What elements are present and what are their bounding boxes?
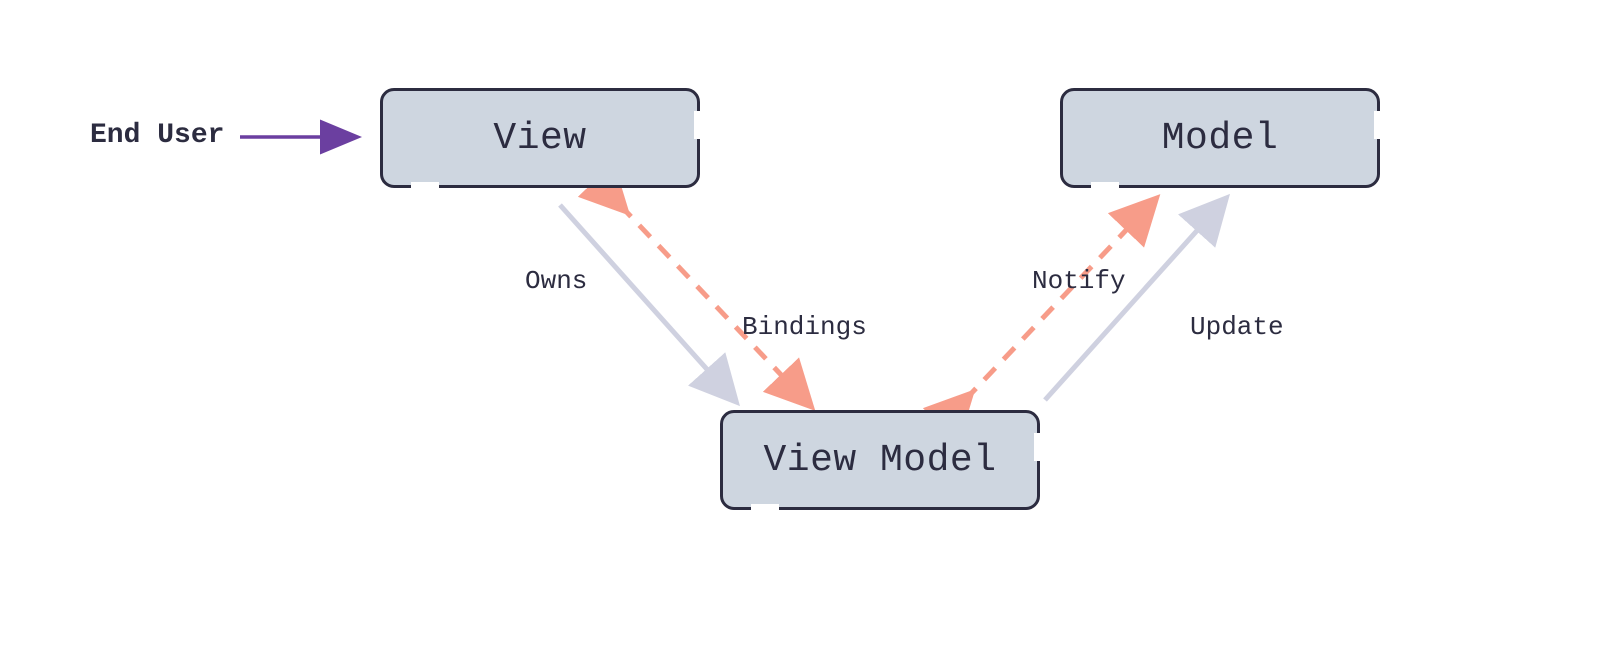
- arrow-bindings: [620, 205, 805, 400]
- label-end-user: End User: [90, 120, 224, 151]
- arrow-update: [1045, 205, 1220, 400]
- arrow-owns: [560, 205, 730, 395]
- label-bindings: Bindings: [742, 312, 867, 342]
- label-update: Update: [1190, 312, 1284, 342]
- node-view-label: View: [493, 117, 586, 160]
- label-notify: Notify: [1032, 266, 1126, 296]
- node-model-label: Model: [1162, 117, 1279, 160]
- node-view-model: View Model: [720, 410, 1040, 510]
- arrow-notify: [965, 205, 1150, 400]
- label-owns: Owns: [525, 266, 587, 296]
- mvvm-diagram: View Model View Model End User Owns Bind…: [0, 0, 1600, 648]
- node-view-model-label: View Model: [763, 439, 996, 482]
- node-view: View: [380, 88, 700, 188]
- node-model: Model: [1060, 88, 1380, 188]
